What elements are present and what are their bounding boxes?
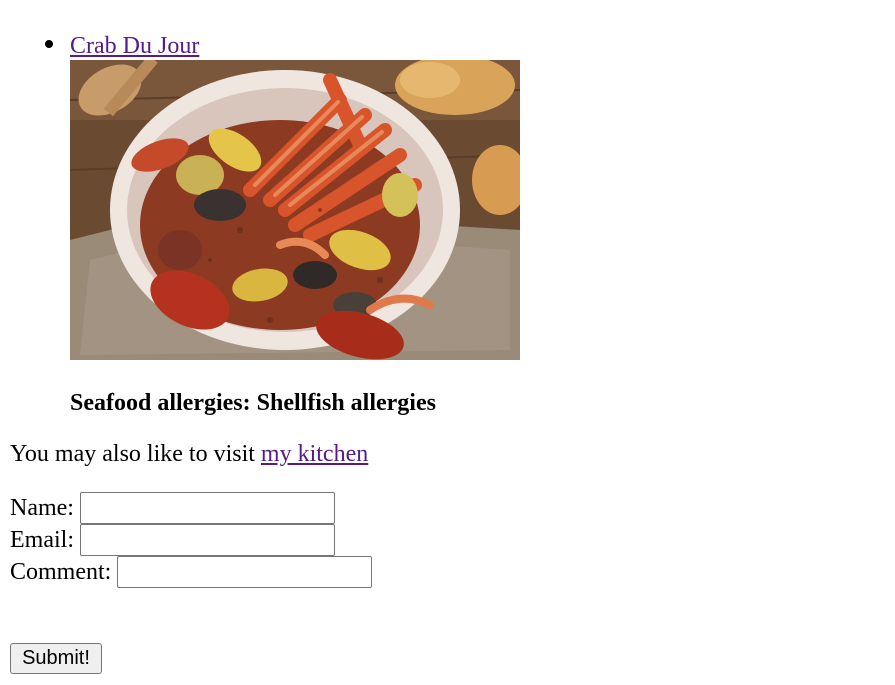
crab-du-jour-link[interactable]: Crab Du Jour bbox=[70, 31, 199, 61]
visit-sentence: You may also like to visit my kitchen bbox=[10, 439, 368, 469]
email-input[interactable] bbox=[79, 524, 335, 556]
visit-prefix: You may also like to visit bbox=[10, 441, 261, 467]
allergy-note: Seafood allergies: Shellfish allergies bbox=[70, 390, 436, 416]
submit-button[interactable]: Submit! bbox=[10, 643, 102, 674]
comment-input[interactable] bbox=[117, 556, 373, 588]
my-kitchen-link[interactable]: my kitchen bbox=[261, 441, 368, 467]
name-input[interactable] bbox=[79, 492, 335, 524]
email-row: Email: bbox=[10, 524, 335, 556]
seafood-boil-photo bbox=[70, 60, 520, 360]
name-label: Name: bbox=[10, 495, 74, 521]
list-bullet bbox=[45, 40, 53, 48]
comment-row: Comment: bbox=[10, 556, 373, 588]
email-label: Email: bbox=[10, 527, 74, 553]
comment-label: Comment: bbox=[10, 559, 112, 585]
name-row: Name: bbox=[10, 492, 335, 524]
